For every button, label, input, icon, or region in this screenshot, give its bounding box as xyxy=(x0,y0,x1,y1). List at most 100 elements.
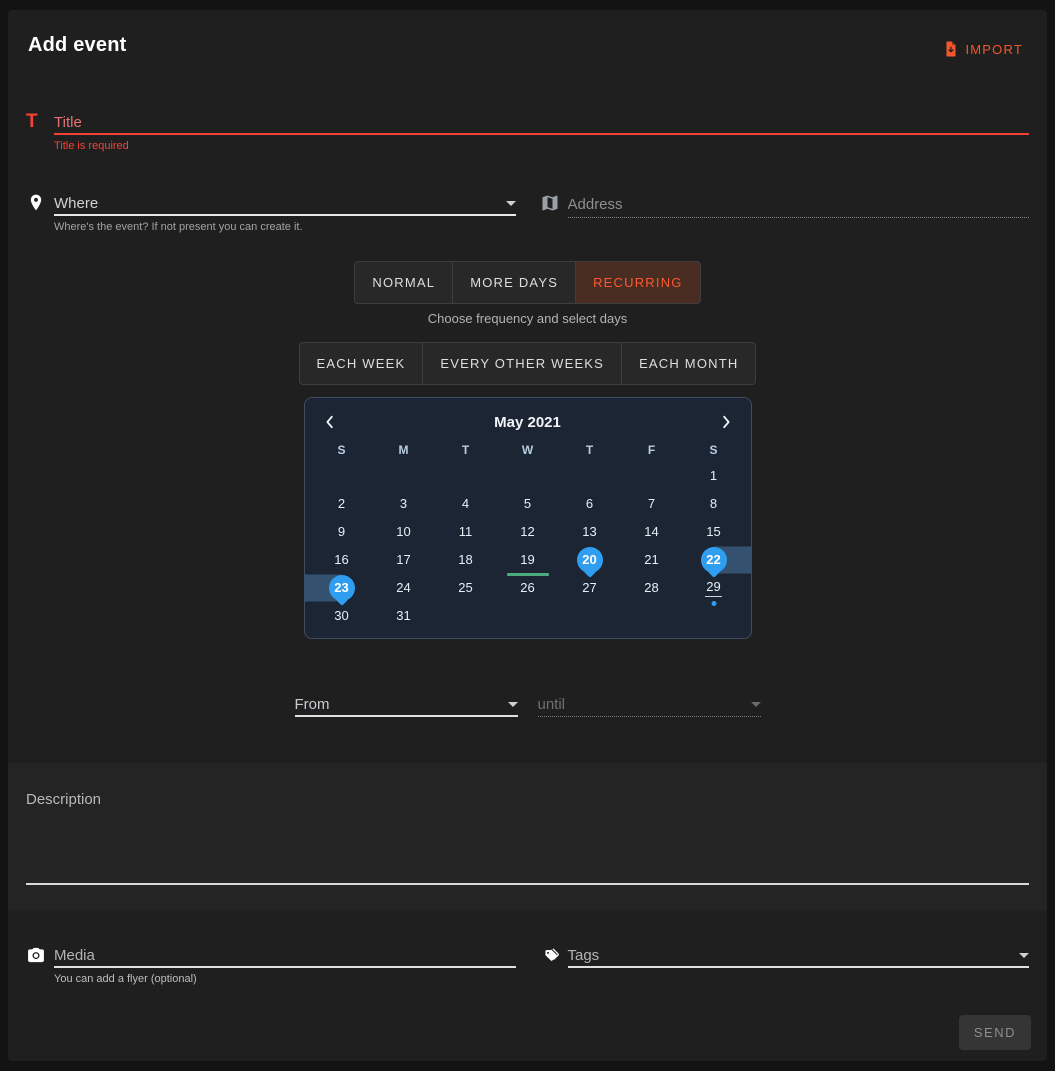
where-placeholder: Where xyxy=(54,195,98,212)
calendar-day-empty xyxy=(621,462,683,490)
tab-each-week[interactable]: EACH WEEK xyxy=(299,342,424,385)
add-event-dialog: Add event IMPORT T Title is required xyxy=(8,10,1047,1061)
tags-icon xyxy=(540,944,568,985)
tags-placeholder: Tags xyxy=(568,947,600,964)
calendar-day-5[interactable]: 5 xyxy=(497,490,559,518)
calendar-day-18[interactable]: 18 xyxy=(435,546,497,574)
calendar-day-30[interactable]: 30 xyxy=(311,602,373,630)
calendar-day-empty xyxy=(435,462,497,490)
calendar-month-label: May 2021 xyxy=(494,414,561,431)
calendar-day-19[interactable]: 19 xyxy=(497,546,559,574)
tags-select[interactable]: Tags xyxy=(568,944,1030,968)
weekday-label: T xyxy=(435,438,497,462)
calendar-day-6[interactable]: 6 xyxy=(559,490,621,518)
chevron-right-icon xyxy=(717,413,735,431)
camera-icon xyxy=(26,944,54,985)
calendar-day-17[interactable]: 17 xyxy=(373,546,435,574)
tab-recurring[interactable]: RECURRING xyxy=(576,261,701,304)
calendar-day-14[interactable]: 14 xyxy=(621,518,683,546)
calendar-day-29[interactable]: 29 xyxy=(683,574,745,602)
weekday-label: M xyxy=(373,438,435,462)
title-error: Title is required xyxy=(54,140,1029,152)
calendar-day-empty xyxy=(497,602,559,630)
time-row: From until xyxy=(8,693,1047,717)
calendar-day-empty xyxy=(311,462,373,490)
title-input[interactable] xyxy=(54,111,1029,135)
calendar-day-8[interactable]: 8 xyxy=(683,490,745,518)
calendar-day-2[interactable]: 2 xyxy=(311,490,373,518)
import-label: IMPORT xyxy=(965,42,1023,57)
weekday-label: T xyxy=(559,438,621,462)
frequency-tabs: EACH WEEKEVERY OTHER WEEKSEACH MONTH xyxy=(299,342,757,385)
tab-normal[interactable]: NORMAL xyxy=(354,261,453,304)
calendar: May 2021 SMTWTFS 12345678910111213141516… xyxy=(304,397,752,639)
description-textarea[interactable] xyxy=(26,777,1029,885)
address-column xyxy=(540,192,1030,233)
where-helper: Where's the event? If not present you ca… xyxy=(54,221,516,233)
calendar-day-empty xyxy=(559,462,621,490)
calendar-day-1[interactable]: 1 xyxy=(683,462,745,490)
calendar-day-15[interactable]: 15 xyxy=(683,518,745,546)
calendar-day-12[interactable]: 12 xyxy=(497,518,559,546)
calendar-day-4[interactable]: 4 xyxy=(435,490,497,518)
calendar-day-empty xyxy=(559,602,621,630)
calendar-day-26[interactable]: 26 xyxy=(497,574,559,602)
from-select[interactable]: From xyxy=(295,693,518,717)
tab-every-other-weeks[interactable]: EVERY OTHER WEEKS xyxy=(423,342,622,385)
weekday-label: S xyxy=(683,438,745,462)
calendar-day-empty xyxy=(373,462,435,490)
calendar-day-22[interactable]: 22 xyxy=(683,546,745,574)
calendar-day-empty xyxy=(683,602,745,630)
calendar-day-28[interactable]: 28 xyxy=(621,574,683,602)
event-type-tabs: NORMALMORE DAYSRECURRING xyxy=(354,261,700,304)
tags-column: Tags xyxy=(540,944,1030,985)
calendar-next-button[interactable] xyxy=(717,413,735,431)
from-placeholder: From xyxy=(295,696,330,713)
send-button[interactable]: SEND xyxy=(959,1015,1031,1050)
calendar-day-9[interactable]: 9 xyxy=(311,518,373,546)
calendar-day-21[interactable]: 21 xyxy=(621,546,683,574)
calendar-day-23[interactable]: 23 xyxy=(311,574,373,602)
where-select[interactable]: Where xyxy=(54,192,516,216)
chevron-down-icon xyxy=(751,702,761,707)
chevron-down-icon xyxy=(508,702,518,707)
chevron-down-icon xyxy=(1019,953,1029,958)
weekday-label: F xyxy=(621,438,683,462)
weekday-label: W xyxy=(497,438,559,462)
file-import-icon xyxy=(942,40,960,58)
calendar-day-13[interactable]: 13 xyxy=(559,518,621,546)
calendar-grid: 1234567891011121314151617181920212223242… xyxy=(311,462,745,630)
calendar-day-24[interactable]: 24 xyxy=(373,574,435,602)
location-row: Where Where's the event? If not present … xyxy=(8,192,1047,233)
until-select[interactable]: until xyxy=(538,693,761,717)
calendar-day-empty xyxy=(621,602,683,630)
tab-more-days[interactable]: MORE DAYS xyxy=(453,261,576,304)
calendar-day-25[interactable]: 25 xyxy=(435,574,497,602)
frequency-hint: Choose frequency and select days xyxy=(8,311,1047,326)
calendar-day-empty xyxy=(435,602,497,630)
address-input[interactable] xyxy=(568,192,1030,218)
media-tags-row: You can add a flyer (optional) Tags xyxy=(8,944,1047,985)
dialog-header: Add event IMPORT xyxy=(8,10,1047,57)
location-pin-icon xyxy=(26,192,54,233)
media-column: You can add a flyer (optional) xyxy=(26,944,516,985)
tab-each-month[interactable]: EACH MONTH xyxy=(622,342,756,385)
calendar-day-11[interactable]: 11 xyxy=(435,518,497,546)
import-button[interactable]: IMPORT xyxy=(942,40,1023,58)
title-row: T Title is required xyxy=(8,111,1047,152)
calendar-day-20[interactable]: 20 xyxy=(559,546,621,574)
page-title: Add event xyxy=(28,34,1023,57)
where-column: Where Where's the event? If not present … xyxy=(26,192,516,233)
description-section xyxy=(8,763,1047,910)
chevron-down-icon xyxy=(506,201,516,206)
calendar-prev-button[interactable] xyxy=(321,413,339,431)
calendar-day-27[interactable]: 27 xyxy=(559,574,621,602)
calendar-header: May 2021 xyxy=(311,406,745,438)
calendar-day-3[interactable]: 3 xyxy=(373,490,435,518)
calendar-day-10[interactable]: 10 xyxy=(373,518,435,546)
media-input[interactable] xyxy=(54,944,516,968)
calendar-day-16[interactable]: 16 xyxy=(311,546,373,574)
calendar-day-31[interactable]: 31 xyxy=(373,602,435,630)
map-icon xyxy=(540,192,568,233)
calendar-day-7[interactable]: 7 xyxy=(621,490,683,518)
